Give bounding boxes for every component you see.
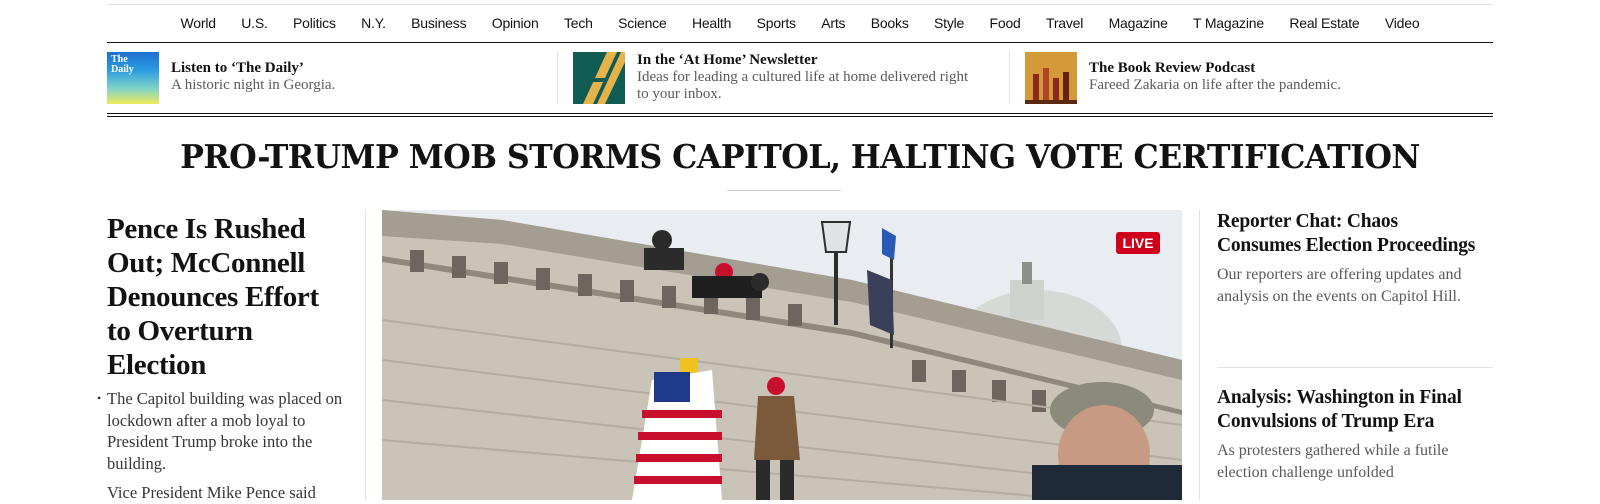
promo-title[interactable]: The Book Review Podcast: [1089, 60, 1341, 77]
nav-item-ny[interactable]: N.Y.: [348, 12, 398, 34]
nav-top-divider: [107, 4, 1493, 5]
nav-item-t-magazine[interactable]: T Magazine: [1180, 12, 1276, 34]
story-summary: As protesters gathered while a futile el…: [1217, 442, 1449, 481]
story-headline[interactable]: Analysis: Washington in Final Convulsion…: [1217, 386, 1479, 434]
promo-at-home-newsletter[interactable]: In the ‘At Home’ Newsletter Ideas for le…: [573, 52, 1003, 106]
nav-item-tech[interactable]: Tech: [551, 12, 605, 34]
live-badge[interactable]: LIVE: [1116, 232, 1160, 254]
nav-item-video[interactable]: Video: [1372, 12, 1432, 34]
nav-item-books[interactable]: Books: [858, 12, 921, 34]
lead-story-summary-2: Vice President Mike Pence said: [107, 483, 316, 502]
nav-item-business[interactable]: Business: [398, 12, 479, 34]
promo-the-daily[interactable]: The Daily Listen to ‘The Daily’ A histor…: [107, 52, 547, 106]
capitol-photo-illustration: [382, 210, 1182, 500]
lead-summary-text: The Capitol building was placed on lockd…: [107, 389, 343, 473]
story-headline[interactable]: Reporter Chat: Chaos Consumes Election P…: [1217, 210, 1479, 258]
capitol-lead-photo[interactable]: [382, 210, 1182, 500]
nav-item-real-estate[interactable]: Real Estate: [1277, 12, 1373, 34]
nav-item-travel[interactable]: Travel: [1033, 12, 1096, 34]
right-story-reporter-chat[interactable]: Reporter Chat: Chaos Consumes Election P…: [1217, 210, 1479, 307]
bullet-icon: •: [97, 391, 102, 405]
page: World U.S. Politics N.Y. Business Opinio…: [97, 0, 1493, 502]
nav-bottom-divider: [107, 42, 1493, 43]
promo-subtitle: Fareed Zakaria on life after the pandemi…: [1089, 77, 1341, 93]
nav-item-arts[interactable]: Arts: [809, 12, 858, 34]
nav-item-magazine[interactable]: Magazine: [1096, 12, 1180, 34]
book-review-thumbnail[interactable]: [1025, 52, 1077, 104]
column-divider: [365, 210, 366, 500]
nav-item-politics[interactable]: Politics: [280, 12, 348, 34]
promo-subtitle: Ideas for leading a cultured life at hom…: [637, 69, 969, 102]
nav-item-food[interactable]: Food: [977, 12, 1034, 34]
promo-divider: [1009, 52, 1010, 104]
promo-title[interactable]: In the ‘At Home’ Newsletter: [637, 52, 977, 69]
banner-divider: [727, 190, 841, 191]
section-divider: [107, 113, 1493, 114]
section-divider: [107, 116, 1493, 117]
lead-story-summary: • The Capitol building was placed on loc…: [97, 388, 352, 474]
house-stripes-icon: [573, 52, 625, 104]
right-story-washington-analysis[interactable]: Analysis: Washington in Final Convulsion…: [1217, 386, 1479, 483]
at-home-thumbnail[interactable]: [573, 52, 625, 104]
story-divider: [1217, 367, 1493, 368]
story-summary: Our reporters are offering updates and a…: [1217, 266, 1462, 305]
nav-item-science[interactable]: Science: [605, 12, 679, 34]
promo-strip: The Daily Listen to ‘The Daily’ A histor…: [107, 52, 1493, 106]
the-daily-thumbnail[interactable]: The Daily: [107, 52, 159, 104]
lead-story-headline[interactable]: Pence Is Rushed Out; McConnell Denounces…: [107, 212, 347, 382]
the-daily-logo-text: The Daily: [111, 54, 134, 75]
promo-book-review-podcast[interactable]: The Book Review Podcast Fareed Zakaria o…: [1025, 52, 1465, 106]
promo-divider: [557, 52, 558, 104]
section-nav: World U.S. Politics N.Y. Business Opinio…: [107, 12, 1493, 34]
column-divider: [1199, 210, 1200, 500]
nav-item-sports[interactable]: Sports: [744, 12, 809, 34]
promo-subtitle: A historic night in Georgia.: [171, 77, 336, 93]
nav-item-style[interactable]: Style: [921, 12, 977, 34]
nav-item-world[interactable]: World: [168, 12, 229, 34]
nav-item-opinion[interactable]: Opinion: [479, 12, 551, 34]
banner-headline[interactable]: PRO-TRUMP MOB STORMS CAPITOL, HALTING VO…: [135, 132, 1466, 182]
nav-item-health[interactable]: Health: [679, 12, 744, 34]
promo-title[interactable]: Listen to ‘The Daily’: [171, 60, 335, 77]
nav-item-us[interactable]: U.S.: [229, 12, 281, 34]
book-review-art-icon: [1025, 52, 1077, 104]
